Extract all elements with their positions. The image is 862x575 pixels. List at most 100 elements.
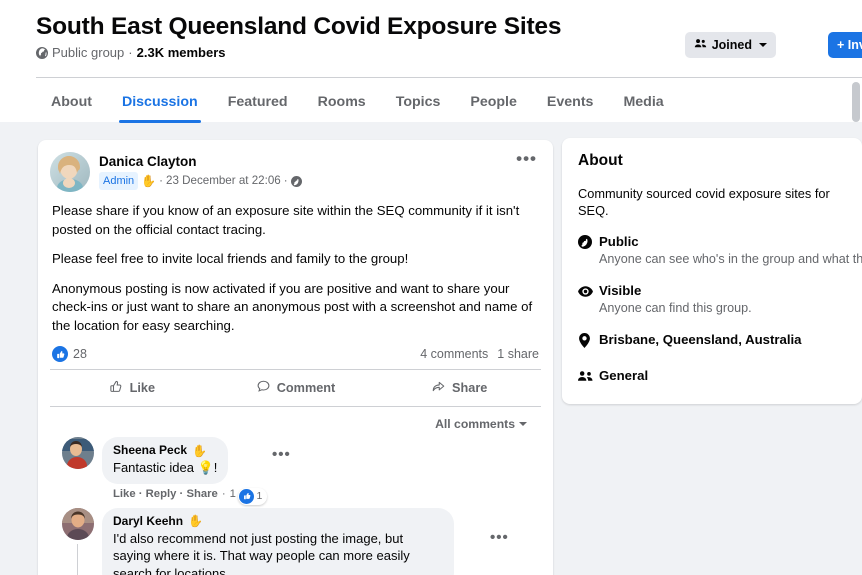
header-divider <box>36 77 862 78</box>
avatar[interactable] <box>62 437 94 469</box>
about-label: Visible <box>599 283 642 298</box>
comment-body: Daryl Keehn ✋ I'd also recommend not jus… <box>102 507 508 575</box>
list-item: Sheena Peck ✋ Fantastic idea 💡! 1 ••• Li… <box>62 437 529 505</box>
about-description: Community sourced covid exposure sites f… <box>578 186 830 218</box>
joined-button[interactable]: Joined <box>684 32 776 58</box>
about-panel-title: About <box>578 152 623 169</box>
about-row-location: Brisbane, Queensland, Australia <box>578 331 846 353</box>
post-reaction-summary: 28 4 comments 1 share <box>38 335 553 369</box>
comment-actions: Like · Reply · Share · 1 d <box>113 487 246 500</box>
reaction-count: 28 <box>73 347 87 361</box>
tab-discussion[interactable]: Discussion <box>107 86 213 123</box>
share-count[interactable]: 1 share <box>497 347 539 361</box>
people-icon <box>694 37 707 53</box>
comment-author-name[interactable]: Daryl Keehn <box>113 514 183 529</box>
post-paragraph-3: Anonymous posting is now activated if yo… <box>52 280 533 333</box>
avatar[interactable] <box>50 152 90 192</box>
about-text-block: General <box>599 367 648 388</box>
about-label: General <box>599 368 649 383</box>
group-nav-tabs: About Discussion Featured Rooms Topics P… <box>36 86 679 123</box>
post-counts: 4 comments 1 share <box>420 347 539 361</box>
invite-button[interactable]: + Invite <box>828 32 862 58</box>
about-text-block: Visible Anyone can find this group. <box>599 282 752 317</box>
post-action-bar: Like Comment Share <box>50 369 541 406</box>
status-badge: Admin <box>99 172 139 190</box>
comment-author-name[interactable]: Sheena Peck <box>113 443 187 458</box>
tab-featured[interactable]: Featured <box>213 86 303 123</box>
wave-hand-icon: ✋ <box>188 514 203 528</box>
comment-body: Sheena Peck ✋ Fantastic idea 💡! 1 ••• Li… <box>102 437 290 505</box>
comment-menu-button[interactable]: ••• <box>272 447 291 462</box>
page-title: South East Queensland Covid Exposure Sit… <box>36 13 562 40</box>
share-button[interactable]: Share <box>377 373 541 403</box>
share-arrow-icon <box>431 379 446 397</box>
post-meta-line: Admin ✋ · 23 December at 22:06 · <box>99 172 302 190</box>
invite-button-label: + Invite <box>837 38 862 52</box>
comment-reaction-badge[interactable]: 1 <box>238 487 268 505</box>
member-count: 2.3K members <box>136 45 226 60</box>
about-sublabel: Anyone can see who's in the group and wh… <box>599 252 862 266</box>
joined-button-label: Joined <box>711 38 752 52</box>
reaction-group[interactable]: 28 <box>52 346 87 362</box>
post-author-name[interactable]: Danica Clayton <box>99 153 302 170</box>
meta-separator: · <box>128 45 133 60</box>
comments-section: All comments Sheena Peck ✋ Fantastic ide… <box>50 406 541 575</box>
eye-icon <box>578 282 597 317</box>
about-row-category: General <box>578 367 846 388</box>
like-button[interactable]: Like <box>50 373 214 403</box>
thread-connector <box>77 543 78 575</box>
tab-media[interactable]: Media <box>608 86 678 123</box>
people-icon <box>578 367 597 388</box>
comments-filter-dropdown[interactable]: All comments <box>62 409 529 437</box>
share-button-label: Share <box>452 381 488 395</box>
page-scrollbar-thumb[interactable] <box>852 82 860 122</box>
globe-icon <box>290 175 302 187</box>
comment-text: Fantastic idea 💡! <box>113 460 218 475</box>
comment-bubble: Daryl Keehn ✋ I'd also recommend not jus… <box>102 507 454 575</box>
tab-people[interactable]: People <box>455 86 532 123</box>
wave-hand-icon: ✋ <box>141 174 157 188</box>
thumbs-up-icon <box>239 488 255 504</box>
like-button-label: Like <box>129 381 156 395</box>
tab-topics[interactable]: Topics <box>381 86 456 123</box>
comment-action-links[interactable]: Like · Reply · Share <box>113 488 218 500</box>
globe-icon <box>36 46 48 59</box>
post-paragraph-2: Please feel free to invite local friends… <box>52 251 409 266</box>
thumbs-up-icon <box>52 346 68 362</box>
sidebar-column: About Community sourced covid exposure s… <box>562 138 862 404</box>
thumbs-up-icon <box>109 379 124 397</box>
comment-bubble: Sheena Peck ✋ Fantastic idea 💡! <box>102 437 229 484</box>
chevron-down-icon <box>519 422 527 426</box>
comment-button[interactable]: Comment <box>214 373 378 403</box>
post-card: Danica Clayton Admin ✋ · 23 December at … <box>38 140 553 575</box>
tab-rooms[interactable]: Rooms <box>303 86 381 123</box>
post-timestamp[interactable]: 23 December at 22:06 <box>166 173 281 189</box>
post-author-block: Danica Clayton Admin ✋ · 23 December at … <box>99 152 302 192</box>
about-label: Brisbane, Queensland, Australia <box>599 332 802 347</box>
group-header: South East Queensland Covid Exposure Sit… <box>0 0 862 123</box>
about-panel: About Community sourced covid exposure s… <box>562 138 862 404</box>
comment-menu-button[interactable]: ••• <box>490 530 509 545</box>
location-pin-icon <box>578 331 597 353</box>
comment-text: I'd also recommend not just posting the … <box>113 530 410 575</box>
globe-icon <box>578 233 597 268</box>
post-menu-button[interactable]: ••• <box>516 150 537 167</box>
feed-column: Danica Clayton Admin ✋ · 23 December at … <box>38 140 553 575</box>
comment-reaction-count: 1 <box>256 490 263 502</box>
post-body: Please share if you know of an exposure … <box>38 192 553 335</box>
group-meta: Public group · 2.3K members <box>36 45 226 60</box>
avatar[interactable] <box>62 507 94 540</box>
meta-dot: · <box>159 174 164 187</box>
tab-events[interactable]: Events <box>532 86 609 123</box>
tab-about[interactable]: About <box>36 86 107 123</box>
comment-button-label: Comment <box>276 381 336 395</box>
comment-author-row: Daryl Keehn ✋ <box>113 514 443 529</box>
about-row-visible: Visible Anyone can find this group. <box>578 282 846 317</box>
about-text-block: Public Anyone can see who's in the group… <box>599 233 862 268</box>
comment-author-row: Sheena Peck ✋ <box>113 443 217 458</box>
post-header: Danica Clayton Admin ✋ · 23 December at … <box>38 140 553 192</box>
list-item: Daryl Keehn ✋ I'd also recommend not jus… <box>62 507 529 575</box>
post-paragraph-1: Please share if you know of an exposure … <box>52 203 520 237</box>
wave-hand-icon: ✋ <box>192 443 207 458</box>
comment-count[interactable]: 4 comments <box>420 347 488 361</box>
